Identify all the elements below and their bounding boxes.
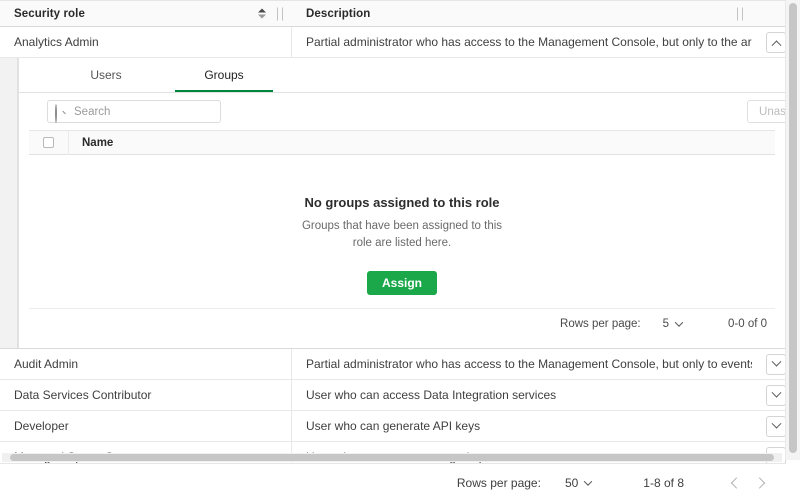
empty-state-subtitle: Groups that have been assigned to this r…: [292, 218, 512, 251]
table-header-row: Security role Description: [0, 0, 786, 27]
chevron-down-icon: [675, 318, 683, 326]
cell-security-role: Data Services Contributor: [0, 380, 292, 411]
select-all-cell: [29, 130, 69, 155]
cell-actions: [752, 416, 786, 437]
empty-state-title: No groups assigned to this role: [29, 195, 775, 210]
rows-per-page-value: 50: [565, 476, 578, 490]
tab-label: Groups: [204, 68, 243, 82]
chevron-down-icon: [771, 356, 781, 366]
rows-per-page-select[interactable]: 50: [565, 476, 591, 490]
chevron-left-icon: [731, 477, 742, 488]
pagination-range: 0-0 of 0: [728, 318, 767, 330]
panel-body: Users Groups Unassign: [18, 58, 786, 348]
collapse-row-button[interactable]: [766, 32, 786, 53]
cell-actions: [752, 354, 786, 375]
panel-gutter: [0, 58, 18, 348]
groups-pagination: Rows per page: 5 0-0 of 0: [29, 308, 775, 338]
cell-description: User who can access Data Integration ser…: [292, 380, 752, 411]
empty-state: No groups assigned to this role Groups t…: [29, 155, 775, 308]
column-header-label: Security role: [14, 8, 85, 20]
vertical-scrollbar-track[interactable]: [786, 0, 800, 460]
rows-per-page-value: 5: [663, 318, 669, 330]
cell-actions: [752, 385, 786, 406]
security-roles-page: Security role Description Analytics Admi…: [0, 0, 800, 501]
pagination-range: 1-8 of 8: [643, 476, 684, 490]
tab-groups[interactable]: Groups: [165, 58, 283, 92]
rows-per-page-select[interactable]: 5: [663, 318, 682, 330]
column-resize-handle[interactable]: [277, 7, 283, 20]
table-pagination: Rows per page: 50 1-8 of 8: [0, 463, 786, 501]
column-header-security-role[interactable]: Security role: [0, 0, 292, 27]
panel-tabs: Users Groups: [19, 58, 785, 93]
rows-per-page-label: Rows per page:: [560, 318, 641, 330]
expanded-role-panel: Users Groups Unassign: [0, 58, 786, 349]
expand-row-button[interactable]: [766, 354, 786, 375]
tab-users[interactable]: Users: [47, 58, 165, 92]
table-row[interactable]: Audit Admin Partial administrator who ha…: [0, 349, 786, 380]
cell-description: Partial administrator who has access to …: [292, 27, 752, 58]
cell-security-role: Developer: [0, 411, 292, 442]
chevron-down-icon: [771, 418, 781, 428]
expand-row-button[interactable]: [766, 385, 786, 406]
chevron-down-icon: [771, 387, 781, 397]
cell-description: User who can generate API keys: [292, 411, 752, 442]
panel-toolbar: Unassign: [19, 93, 785, 130]
chevron-down-icon: [584, 477, 592, 485]
search-input[interactable]: [47, 100, 221, 123]
table-row[interactable]: Data Services Contributor User who can a…: [0, 380, 786, 411]
column-header-label: Description: [306, 8, 370, 20]
security-roles-table: Security role Description Analytics Admi…: [0, 0, 786, 473]
next-page-button[interactable]: [748, 470, 774, 496]
cell-description: Partial administrator who has access to …: [292, 349, 752, 380]
cell-security-role: Analytics Admin: [0, 27, 292, 58]
previous-page-button[interactable]: [722, 470, 748, 496]
panel-footer: [19, 338, 785, 348]
expand-row-button[interactable]: [766, 416, 786, 437]
select-all-checkbox[interactable]: [43, 137, 54, 148]
column-header-description[interactable]: Description: [292, 0, 752, 27]
vertical-scrollbar-thumb[interactable]: [789, 3, 797, 453]
table-row[interactable]: Analytics Admin Partial administrator wh…: [0, 27, 786, 58]
tab-label: Users: [90, 68, 121, 82]
column-resize-handle[interactable]: [737, 7, 743, 20]
column-header-name: Name: [69, 137, 113, 149]
horizontal-scrollbar-thumb[interactable]: [10, 454, 774, 461]
chevron-right-icon: [754, 477, 765, 488]
cell-security-role: Audit Admin: [0, 349, 292, 380]
assign-button[interactable]: Assign: [367, 271, 437, 295]
rows-per-page-label: Rows per page:: [457, 476, 541, 490]
table-row[interactable]: Developer User who can generate API keys: [0, 411, 786, 442]
search-field: [47, 100, 221, 123]
chevron-up-icon: [771, 40, 781, 50]
sort-arrows-icon[interactable]: [257, 7, 266, 20]
cell-actions: [752, 32, 786, 53]
groups-table-header: Name: [29, 130, 775, 155]
